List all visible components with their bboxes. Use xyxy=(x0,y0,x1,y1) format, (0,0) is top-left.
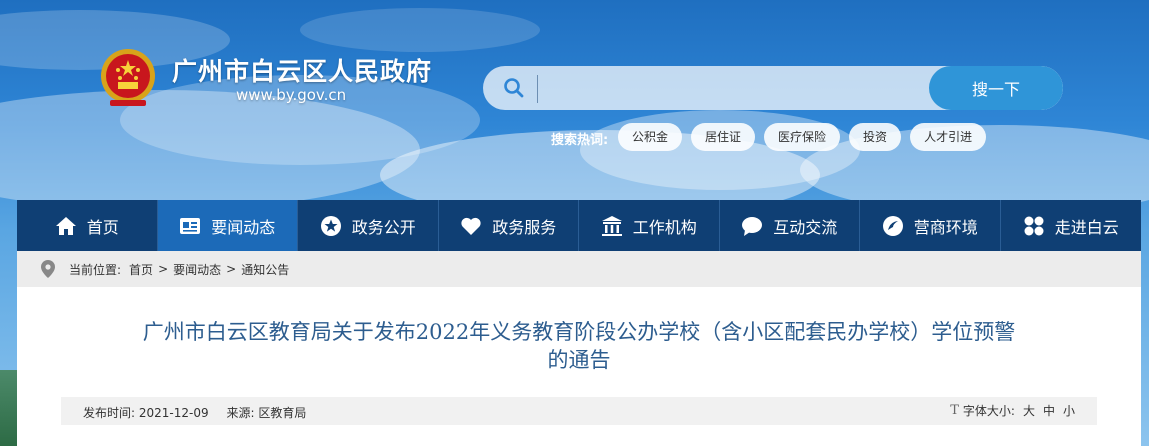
nav-item-label: 政务服务 xyxy=(492,217,557,237)
article-title-line: 的通告 xyxy=(547,348,611,372)
star-circle-icon xyxy=(320,215,341,236)
nav-item-label: 走进白云 xyxy=(1054,217,1119,237)
article-meta-bar: 发布时间: 2021-12-09 来源: 区教育局 T 字体大小: 大 中 小 xyxy=(61,397,1097,425)
search-box: 搜一下 xyxy=(483,66,1063,110)
nav-item-institutions[interactable]: 工作机构 xyxy=(579,200,720,251)
nav-item-home[interactable]: 首页 xyxy=(17,200,158,251)
business-swirl-icon xyxy=(882,215,903,236)
article-meta: 发布时间: 2021-12-09 来源: 区教育局 xyxy=(83,404,306,421)
hot-search-label: 搜索热词: xyxy=(551,133,609,148)
breadcrumb-notices[interactable]: 通知公告 xyxy=(241,261,289,278)
chat-bubble-icon xyxy=(742,216,763,236)
publish-date: 2021-12-09 xyxy=(138,406,209,420)
national-emblem-logo xyxy=(101,49,155,106)
location-pin-icon xyxy=(41,260,55,278)
site-title[interactable]: 广州市白云区人民政府 xyxy=(172,52,432,88)
nav-item-label: 要闻动态 xyxy=(211,217,276,237)
nav-item-label: 首页 xyxy=(86,217,119,237)
nav-item-gov-affairs[interactable]: 政务公开 xyxy=(298,200,439,251)
nav-item-business[interactable]: 营商环境 xyxy=(860,200,1001,251)
search-button[interactable]: 搜一下 xyxy=(929,66,1063,110)
site-url[interactable]: www.by.gov.cn xyxy=(236,86,346,104)
breadcrumb-prefix: 当前位置: xyxy=(69,262,122,277)
font-size-large[interactable]: 大 xyxy=(1023,402,1035,419)
content-panel: 当前位置: 首页 > 要闻动态 > 通知公告 广州市白云区教育局关于发布2022… xyxy=(17,251,1141,446)
breadcrumb-separator: > xyxy=(158,262,169,276)
nav-item-news[interactable]: 要闻动态 xyxy=(157,200,298,251)
nav-item-interaction[interactable]: 互动交流 xyxy=(720,200,860,251)
publish-label: 发布时间: xyxy=(83,406,136,420)
nav-item-label: 营商环境 xyxy=(913,217,978,237)
hot-tag[interactable]: 人才引进 xyxy=(910,123,987,151)
news-card-icon xyxy=(180,217,201,234)
home-icon xyxy=(55,216,76,235)
hot-tag[interactable]: 居住证 xyxy=(691,123,756,151)
nav-item-about-baiyun[interactable]: 走进白云 xyxy=(1001,200,1142,251)
font-size-icon: T xyxy=(950,403,959,418)
article-title: 广州市白云区教育局关于发布2022年义务教育阶段公办学校（含小区配套民办学校）学… xyxy=(107,318,1051,374)
search-input[interactable] xyxy=(537,75,928,103)
source-value: 区教育局 xyxy=(258,406,307,420)
breadcrumb-news[interactable]: 要闻动态 xyxy=(173,261,221,278)
search-icon xyxy=(504,78,524,98)
font-size-label: 字体大小: xyxy=(962,404,1015,418)
breadcrumb: 当前位置: 首页 > 要闻动态 > 通知公告 xyxy=(17,251,1141,287)
nav-item-gov-services[interactable]: 政务服务 xyxy=(439,200,579,251)
source-label: 来源: xyxy=(226,406,255,420)
hot-tag[interactable]: 公积金 xyxy=(618,123,683,151)
heart-icon xyxy=(461,217,481,235)
article-title-line: 广州市白云区教育局关于发布2022年义务教育阶段公办学校（含小区配套民办学校）学… xyxy=(142,320,1016,344)
nav-item-label: 互动交流 xyxy=(773,217,838,237)
nav-item-label: 政务公开 xyxy=(351,217,416,237)
breadcrumb-separator: > xyxy=(226,262,237,276)
four-petal-icon xyxy=(1024,216,1044,235)
institution-building-icon xyxy=(601,215,622,236)
hot-tag[interactable]: 医疗保险 xyxy=(764,123,841,151)
breadcrumb-home[interactable]: 首页 xyxy=(129,261,153,278)
hot-search-tags: 公积金 居住证 医疗保险 投资 人才引进 xyxy=(618,123,987,151)
foliage-decoration xyxy=(0,370,17,446)
font-size-small[interactable]: 小 xyxy=(1063,402,1075,419)
font-size-medium[interactable]: 中 xyxy=(1043,402,1055,419)
font-size-controls: T 字体大小: 大 中 小 xyxy=(950,402,1075,419)
hot-tag[interactable]: 投资 xyxy=(849,123,902,151)
nav-item-label: 工作机构 xyxy=(632,217,697,237)
main-nav: 首页 要闻动态 政务公开 政务服务 工作机构 互动交流 营商环境 走进白云 xyxy=(17,200,1141,251)
